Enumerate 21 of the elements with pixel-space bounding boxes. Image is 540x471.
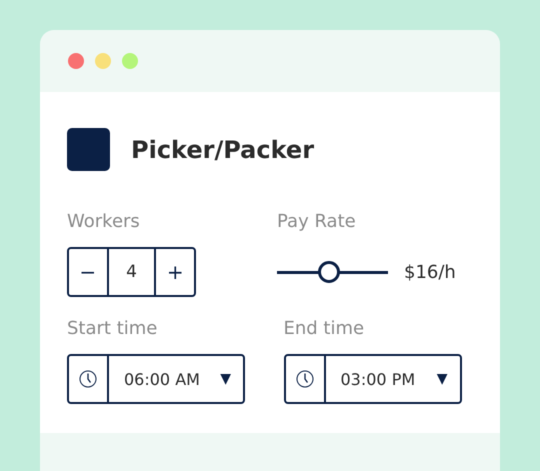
pay-rate-value: $16/h	[404, 262, 456, 282]
clock-icon	[79, 370, 97, 388]
decrement-button[interactable]: −	[69, 249, 107, 295]
slider-thumb[interactable]	[318, 261, 340, 283]
increment-button[interactable]: +	[156, 249, 194, 295]
caret-icon: ▼	[220, 371, 231, 387]
worker-count: 4	[106, 249, 156, 295]
caret-icon: ▼	[436, 371, 448, 387]
window-control-dot[interactable]	[122, 53, 138, 69]
field-label: Pay Rate	[277, 211, 357, 234]
time-dropdown[interactable]: 03:00 PM ▼	[284, 354, 462, 404]
time-dropdown[interactable]: 06:00 AM ▼	[67, 354, 245, 404]
window-control-dot[interactable]	[68, 53, 84, 69]
field-label: End time	[284, 318, 366, 341]
field-label: Workers	[67, 211, 141, 234]
clock-icon	[296, 370, 314, 388]
window-title: Picker/Packer	[131, 136, 314, 164]
pay-rate-slider[interactable]	[277, 261, 388, 283]
field-label: Start time	[67, 318, 158, 341]
job-icon	[67, 128, 110, 171]
window-control-dot[interactable]	[95, 53, 111, 69]
